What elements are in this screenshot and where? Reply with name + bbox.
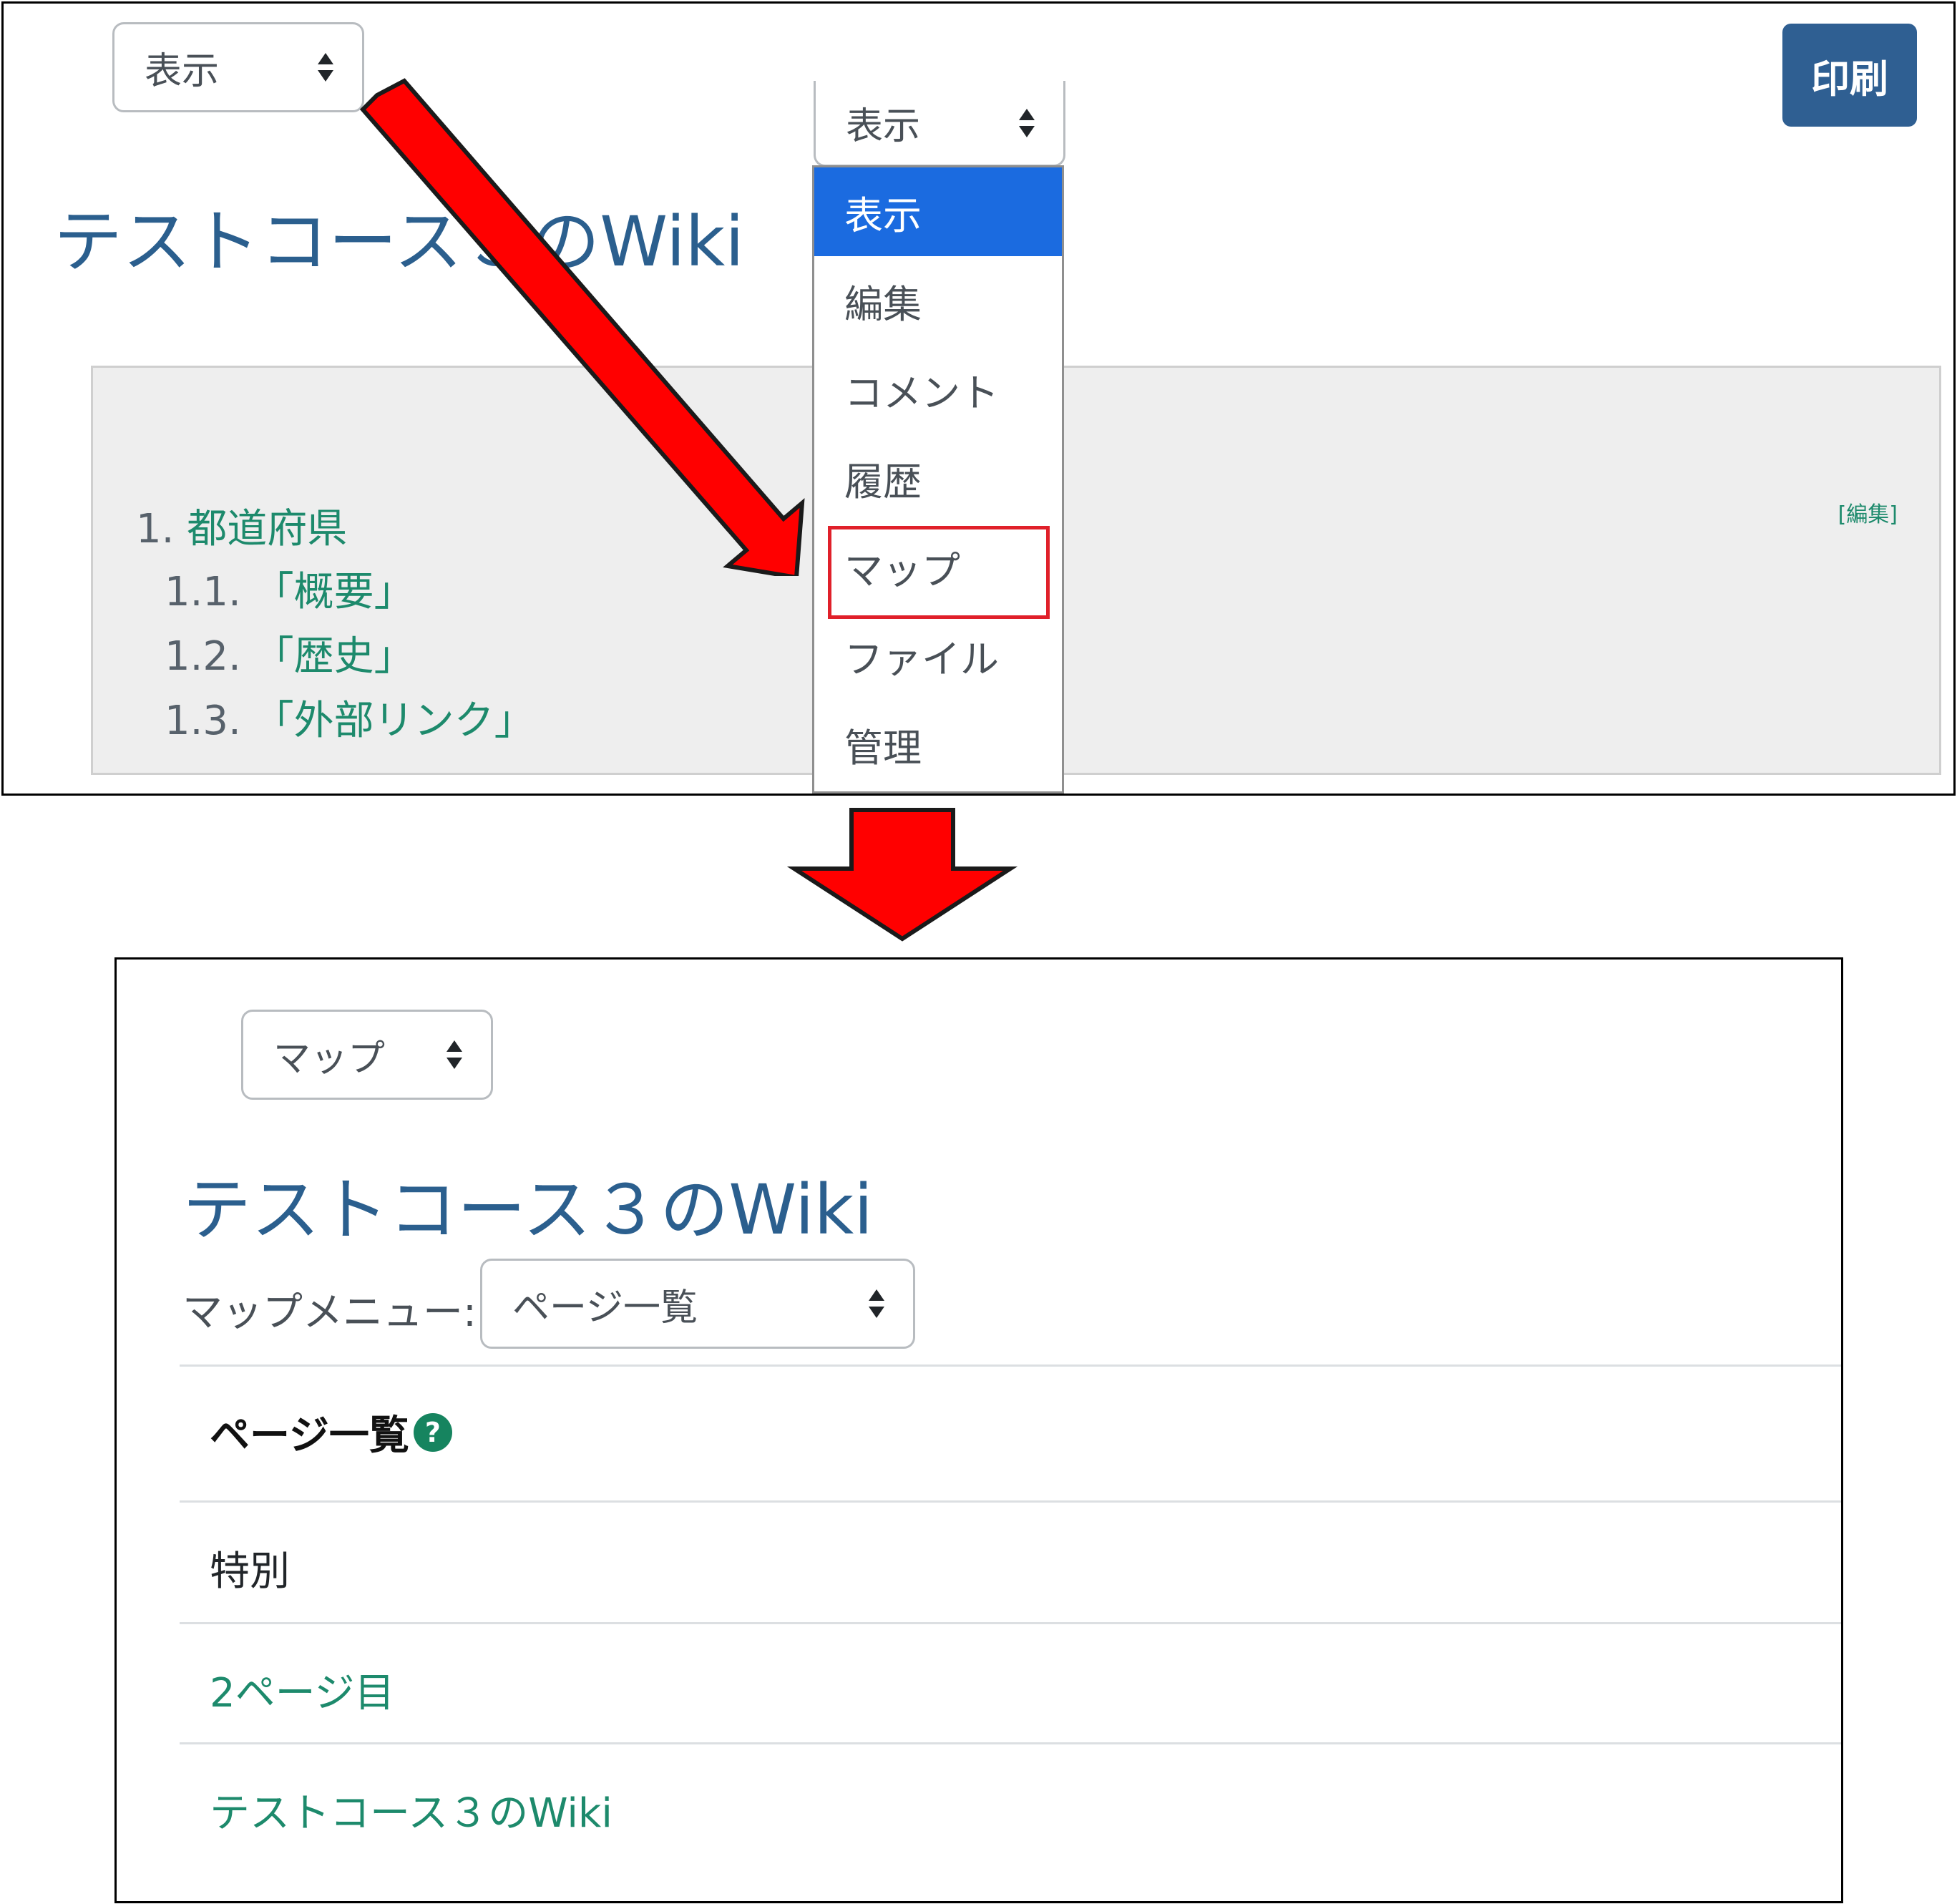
divider [180,1500,1841,1503]
map-option-highlight [828,526,1050,619]
dropdown-option-view[interactable]: 表示 [814,167,1062,256]
toc-edit-link[interactable]: [編集] [1838,497,1898,528]
toc-link[interactable]: 都道府県 [187,506,347,552]
dropdown-option-history[interactable]: 履歴 [814,434,1062,522]
dropdown-option-files[interactable]: ファイル [814,611,1062,700]
print-button[interactable]: 印刷 [1782,24,1917,127]
dropdown-option-admin[interactable]: 管理 [814,700,1062,789]
view-mode-dropdown-menu: 表示 編集 コメント 履歴 マップ ファイル 管理 [812,165,1064,794]
toc-number: 1. [136,506,175,552]
up-down-caret-icon [316,52,335,83]
view-mode-select-value: 表示 [846,105,921,148]
toc-item[interactable]: 1.3. 「外部リンク」 [165,688,535,746]
divider [180,1742,1841,1744]
toc-link[interactable]: 「外部リンク」 [254,698,535,744]
view-mode-select[interactable]: 表示 [112,22,364,112]
view-mode-select-open[interactable]: 表示 [814,81,1065,167]
map-menu-select-value: ページ一覧 [512,1286,698,1329]
page-title: テストコース３のWiki [182,1170,873,1250]
question-circle-icon[interactable]: ? [413,1412,452,1452]
page-list-link[interactable]: テストコース３のWiki [210,1781,613,1839]
page-list-heading-text: ページ一覧 [210,1412,409,1459]
up-down-caret-icon [445,1039,464,1070]
toc-number: 1.3. [165,698,241,744]
toc-number: 1.2. [165,633,241,680]
annotation-arrow-icon [359,78,805,576]
page-list-link[interactable]: 2ページ目 [210,1661,395,1719]
down-arrow-icon [787,808,1018,942]
toc-item[interactable]: 1. 都道府県 [136,497,347,555]
dropdown-option-edit[interactable]: 編集 [814,256,1062,345]
view-mode-select-value: 表示 [145,49,220,93]
divider [180,1622,1841,1624]
view-mode-select[interactable]: マップ [241,1010,493,1100]
toc-link[interactable]: 「歴史」 [254,633,414,680]
view-mode-select-value: マップ [273,1037,386,1080]
after-screenshot-panel: マップ テストコース３のWiki マップメニュー: ページ一覧 ページ一覧 ? … [114,957,1843,1903]
toc-number: 1.1. [165,569,241,615]
toc-item[interactable]: 1.2. 「歴史」 [165,624,414,682]
map-menu-select[interactable]: ページ一覧 [480,1259,915,1349]
page-list-heading: ページ一覧 ? [210,1403,452,1461]
map-menu-label: マップメニュー: [182,1289,477,1336]
up-down-caret-icon [1017,107,1036,139]
up-down-caret-icon [867,1288,886,1319]
divider [180,1364,1841,1367]
dropdown-option-comment[interactable]: コメント [814,345,1062,434]
page-list-item: 特別 [210,1548,290,1595]
before-screenshot-panel: 表示 印刷 テストコース３のWiki 1. 都道府県 1.1. 「概要」 1.2… [1,1,1956,796]
